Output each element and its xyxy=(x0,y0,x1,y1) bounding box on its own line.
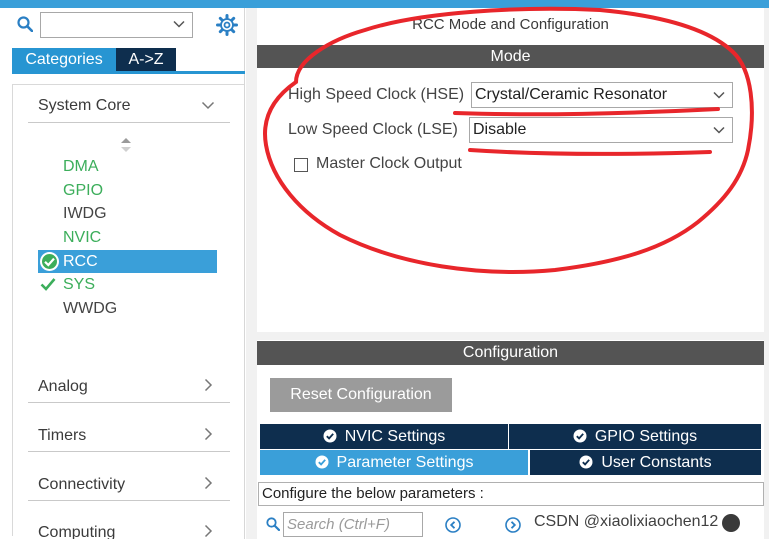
search-icon xyxy=(266,517,280,531)
watermark-badge xyxy=(722,514,740,532)
category-search-combo[interactable] xyxy=(40,12,193,38)
category-computing[interactable]: Computing xyxy=(38,524,115,539)
tab-user-constants[interactable]: User Constants xyxy=(530,450,761,475)
hse-label: High Speed Clock (HSE) xyxy=(288,86,465,103)
watermark: CSDN @xiaolixiaochen12 xyxy=(534,513,719,530)
tab-label: User Constants xyxy=(601,454,712,471)
master-clock-output-checkbox[interactable] xyxy=(294,158,308,172)
category-tabs: Categories A->Z xyxy=(12,48,245,74)
check-circle-icon xyxy=(579,455,593,469)
check-circle-icon xyxy=(573,429,587,443)
window-top-strip xyxy=(0,0,769,8)
tab-nvic-settings[interactable]: NVIC Settings xyxy=(260,424,508,449)
chevron-right-icon[interactable] xyxy=(201,427,215,441)
divider xyxy=(28,500,230,501)
tab-label: NVIC Settings xyxy=(344,428,446,445)
page-title: RCC Mode and Configuration xyxy=(412,16,609,33)
tab-categories[interactable]: Categories xyxy=(12,48,116,71)
category-system-core[interactable]: System Core xyxy=(38,97,130,115)
list-item-nvic[interactable]: NVIC xyxy=(63,228,101,248)
tab-parameter-settings[interactable]: Parameter Settings xyxy=(260,450,528,475)
list-item-gpio[interactable]: GPIO xyxy=(63,181,103,201)
hse-select[interactable]: Crystal/Ceramic Resonator xyxy=(471,82,733,108)
tab-a-to-z[interactable]: A->Z xyxy=(116,48,176,71)
sort-icon[interactable] xyxy=(119,137,133,153)
gear-icon[interactable] xyxy=(216,14,238,36)
chevron-down-icon xyxy=(173,20,185,28)
lse-value: Disable xyxy=(473,121,527,138)
chevron-right-icon[interactable] xyxy=(201,378,215,392)
hse-value: Crystal/Ceramic Resonator xyxy=(475,86,668,103)
check-circle-icon xyxy=(315,455,329,469)
chevron-right-icon[interactable] xyxy=(201,524,215,538)
parameter-search-input[interactable]: Search (Ctrl+F) xyxy=(283,512,423,537)
list-item-dma[interactable]: DMA xyxy=(63,157,99,177)
search-icon[interactable] xyxy=(17,16,33,32)
master-clock-output-label: Master Clock Output xyxy=(316,155,462,172)
list-item-wwdg[interactable]: WWDG xyxy=(63,299,117,319)
tab-gpio-settings[interactable]: GPIO Settings xyxy=(509,424,761,449)
list-item-sys[interactable]: SYS xyxy=(63,275,95,295)
check-circle-icon xyxy=(40,252,59,271)
check-icon xyxy=(40,278,56,291)
list-item-rcc[interactable]: RCC xyxy=(63,252,98,272)
chevron-down-icon xyxy=(713,126,725,134)
category-timers[interactable]: Timers xyxy=(38,427,86,445)
reset-configuration-button[interactable]: Reset Configuration xyxy=(270,378,452,412)
lse-label: Low Speed Clock (LSE) xyxy=(288,121,458,138)
tab-label: Parameter Settings xyxy=(336,454,474,471)
chevron-down-icon[interactable] xyxy=(201,98,215,112)
mode-section-header: Mode xyxy=(257,45,764,68)
lse-select[interactable]: Disable xyxy=(469,117,733,143)
chevron-right-icon[interactable] xyxy=(201,476,215,490)
divider xyxy=(28,402,230,403)
tab-label: GPIO Settings xyxy=(594,428,698,445)
category-connectivity[interactable]: Connectivity xyxy=(38,476,125,494)
chevron-down-icon xyxy=(713,91,725,99)
previous-result-icon[interactable] xyxy=(445,517,461,533)
configure-hint: Configure the below parameters : xyxy=(258,482,764,506)
category-analog[interactable]: Analog xyxy=(38,378,88,396)
list-item-iwdg[interactable]: IWDG xyxy=(63,204,107,224)
check-circle-icon xyxy=(323,429,337,443)
divider xyxy=(28,122,230,123)
next-result-icon[interactable] xyxy=(505,517,521,533)
divider xyxy=(28,451,230,452)
configuration-section-header: Configuration xyxy=(257,341,764,365)
